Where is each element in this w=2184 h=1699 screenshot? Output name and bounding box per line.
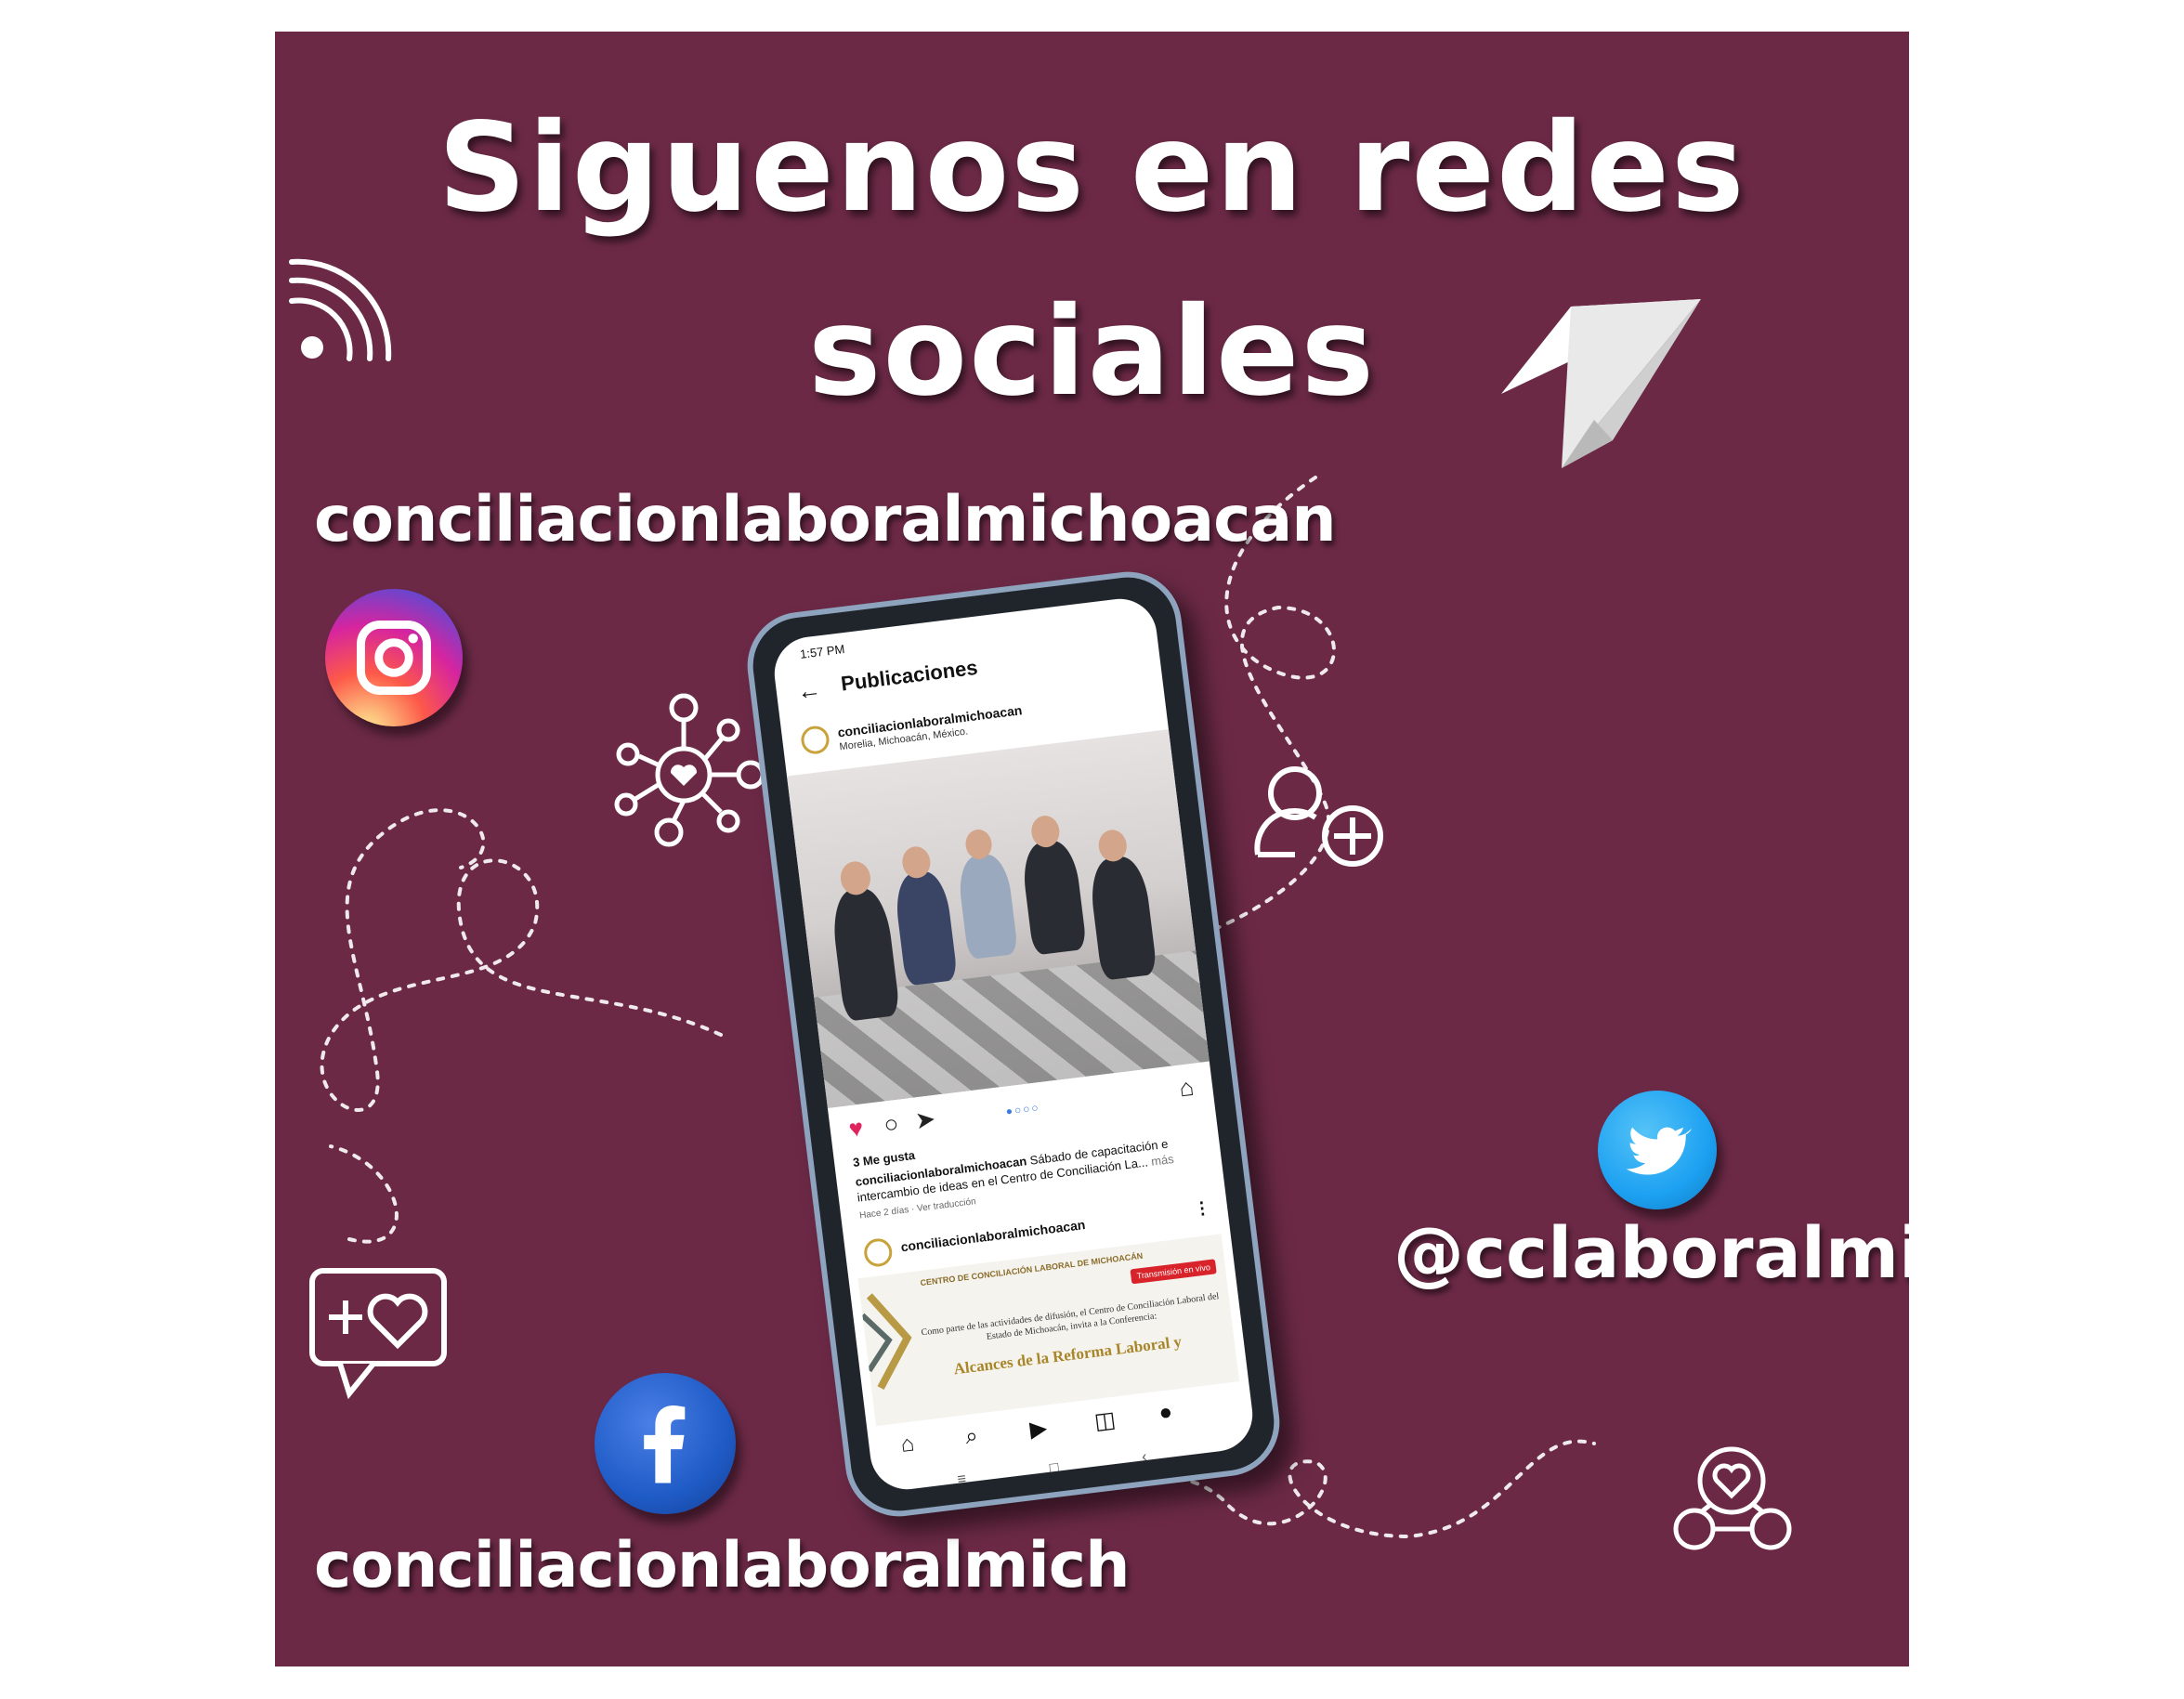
add-favorite-icon xyxy=(309,1268,447,1400)
instagram-icon[interactable] xyxy=(325,589,463,726)
more-options-icon[interactable]: ⋮ xyxy=(1193,1198,1211,1220)
menu-icon[interactable]: ≡ xyxy=(957,1471,967,1489)
profile-avatar-icon[interactable]: ● xyxy=(1157,1399,1174,1427)
shop-icon[interactable]: ◫ xyxy=(1092,1406,1118,1436)
poster: Siguenos en redes sociales conciliacionl… xyxy=(275,32,1909,1666)
photo-person xyxy=(1019,838,1088,956)
account-logo-icon xyxy=(862,1236,894,1269)
page-title: Siguenos en redes xyxy=(438,97,1746,240)
home-square-icon[interactable]: □ xyxy=(1049,1460,1060,1478)
facebook-handle[interactable]: conciliacionlaboralmich xyxy=(314,1529,1131,1602)
search-icon[interactable]: ⌕ xyxy=(964,1423,980,1450)
account-name[interactable]: conciliacionlaboralmichoacan xyxy=(900,1217,1086,1254)
live-badge: Transmisión en vivo xyxy=(1130,1259,1217,1285)
header-title: Publicaciones xyxy=(839,655,979,696)
page-title-line2: sociales xyxy=(807,281,1377,424)
photo-person xyxy=(956,852,1019,961)
bookmark-icon[interactable]: ⌂ xyxy=(1178,1073,1196,1104)
twitter-icon[interactable] xyxy=(1598,1091,1717,1209)
twitter-handle[interactable]: @cclaboralmich xyxy=(1393,1211,1909,1294)
community-heart-icon xyxy=(1673,1446,1792,1550)
share-icon[interactable]: ➤ xyxy=(913,1104,936,1135)
network-heart-icon xyxy=(614,693,765,847)
home-icon[interactable]: ⌂ xyxy=(899,1431,916,1458)
phone-screen: 1:57 PM ← Publicaciones conciliacionlabo… xyxy=(770,595,1257,1494)
facebook-icon[interactable] xyxy=(595,1373,736,1514)
account-logo-icon xyxy=(799,724,831,756)
carousel-dots: ●○○○ xyxy=(1004,1101,1041,1118)
reels-icon[interactable]: ▶ xyxy=(1028,1415,1049,1444)
comment-icon[interactable]: ○ xyxy=(883,1109,900,1140)
more-link[interactable]: más xyxy=(1150,1152,1174,1169)
post-photo[interactable] xyxy=(787,729,1210,1108)
back-icon[interactable]: ‹ xyxy=(1141,1449,1147,1467)
photo-person xyxy=(892,869,959,987)
back-arrow-icon[interactable]: ← xyxy=(795,675,823,707)
like-heart-icon[interactable]: ♥ xyxy=(847,1114,865,1144)
instagram-handle[interactable]: conciliacionlaboralmichoacan xyxy=(314,483,1337,556)
